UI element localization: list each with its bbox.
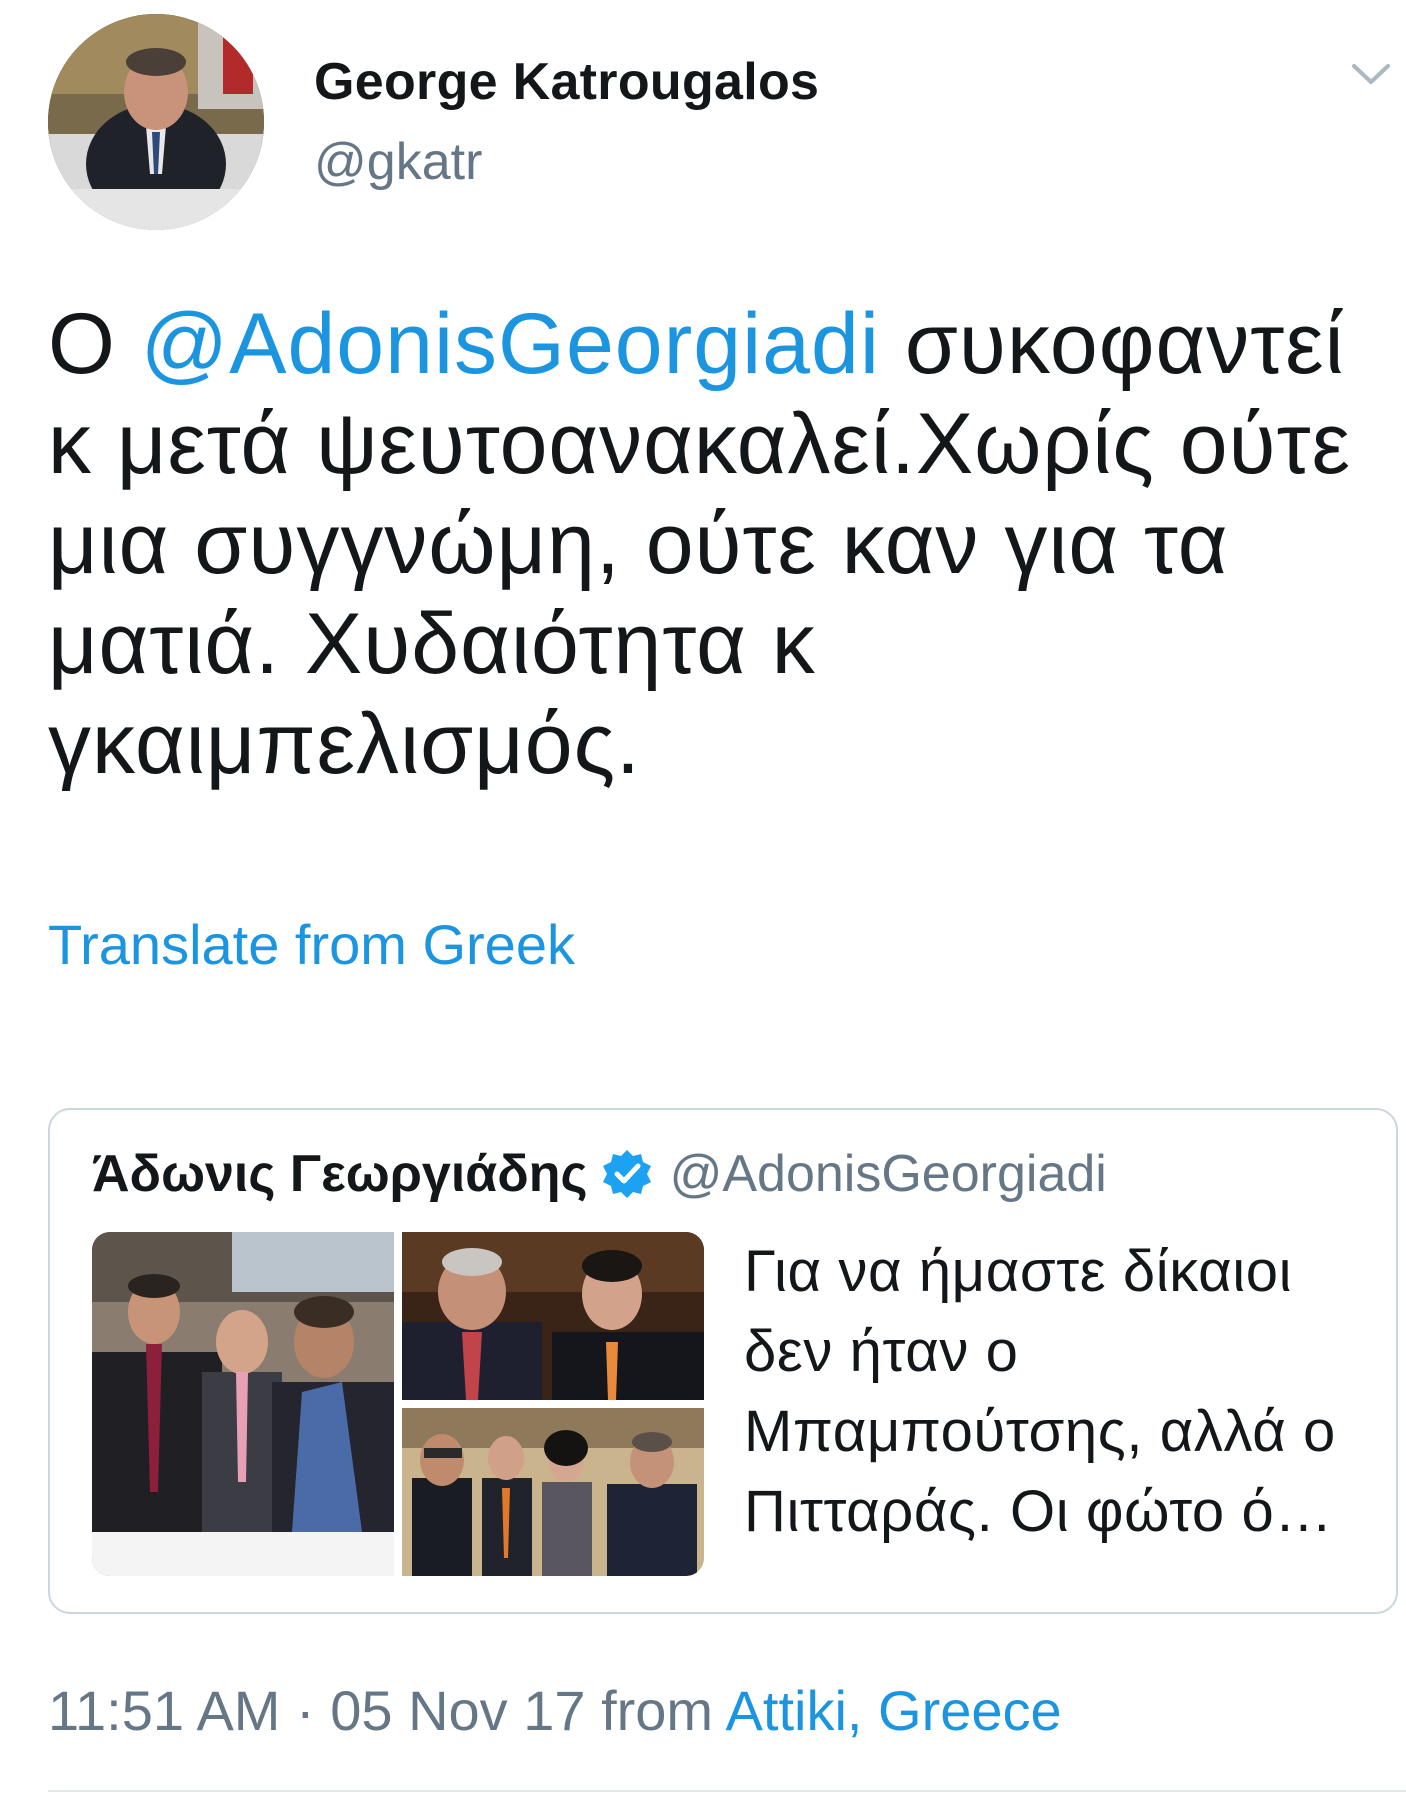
quoted-photo-3[interactable]: [402, 1408, 704, 1576]
tweet-metadata: 11:51 AM · 05 Nov 17 from Attiki, Greece: [48, 1678, 1062, 1743]
author-handle[interactable]: @gkatr: [314, 132, 482, 192]
tweet-date[interactable]: 05 Nov 17: [330, 1679, 585, 1742]
tweet-detail: George Katrougalos @gkatr Ο @AdonisGeorg…: [0, 0, 1406, 1800]
quoted-tweet-text: Για να ήμαστε δίκαιοι δεν ήταν ο Μπαμπού…: [744, 1239, 1336, 1544]
tweet-text: Ο @AdonisGeorgiadi συκοφαντεί κ μετά ψευ…: [48, 294, 1378, 794]
chevron-down-icon[interactable]: [1348, 56, 1394, 92]
quoted-tweet-card[interactable]: Άδωνις Γεωργιάδης @AdonisGeorgiadi Για ν…: [48, 1108, 1398, 1614]
quoted-photo-2[interactable]: [402, 1232, 704, 1400]
author-display-name[interactable]: George Katrougalos: [314, 52, 819, 112]
quoted-tweet-header: Άδωνις Γεωργιάδης @AdonisGeorgiadi: [92, 1144, 1107, 1204]
tweet-time[interactable]: 11:51 AM: [48, 1679, 280, 1742]
mention-link[interactable]: @AdonisGeorgiadi: [141, 296, 880, 392]
quoted-handle: @AdonisGeorgiadi: [669, 1145, 1107, 1203]
quoted-display-name: Άδωνις Γεωργιάδης: [92, 1145, 588, 1203]
tweet-location-link[interactable]: Attiki, Greece: [726, 1679, 1062, 1742]
translate-link[interactable]: Translate from Greek: [48, 912, 575, 977]
divider: [48, 1790, 1406, 1792]
verified-badge-icon: [602, 1150, 651, 1198]
meta-from: from: [601, 1679, 714, 1742]
quoted-photo-1[interactable]: [92, 1232, 394, 1576]
meta-separator: ·: [296, 1679, 315, 1742]
quoted-media-grid[interactable]: [92, 1232, 704, 1576]
tweet-text-before: Ο: [48, 296, 141, 392]
author-avatar[interactable]: [48, 14, 264, 230]
